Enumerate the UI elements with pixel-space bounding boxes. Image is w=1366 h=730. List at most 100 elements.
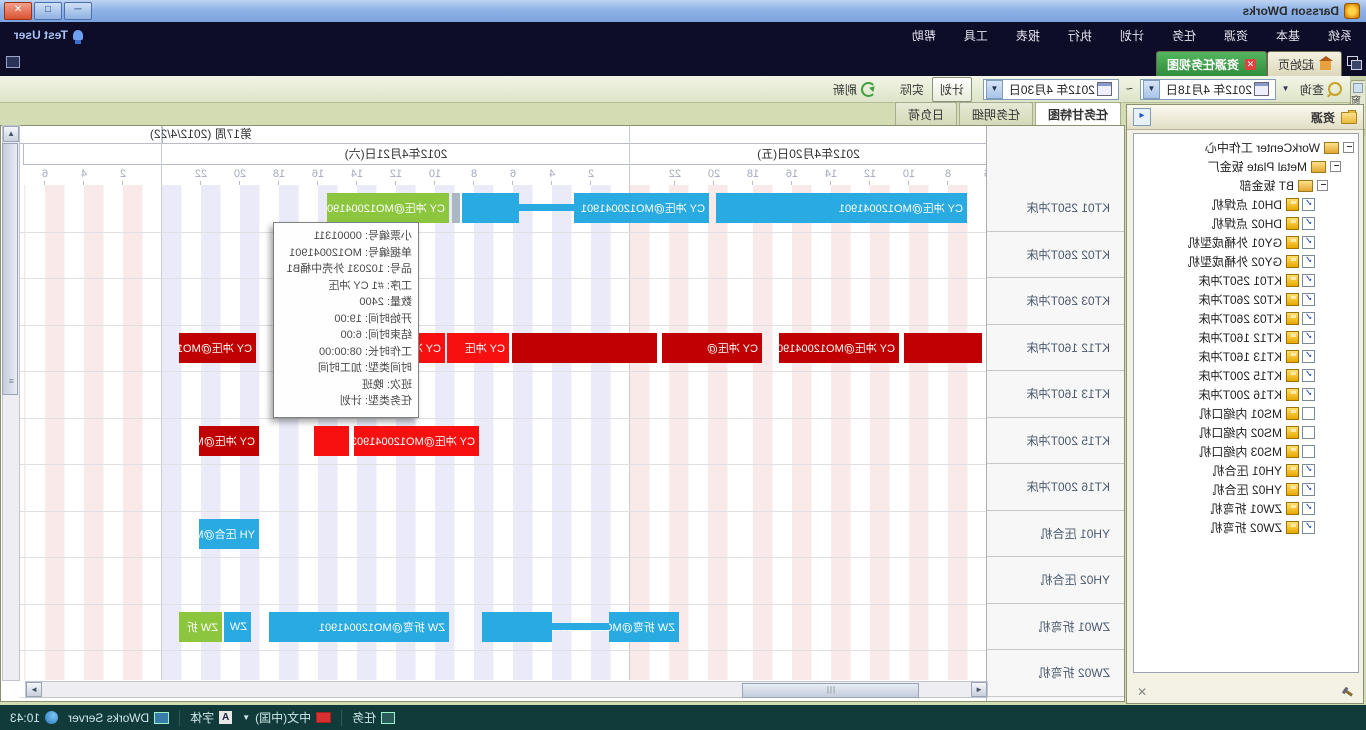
refresh-button[interactable]: 刷新 xyxy=(825,77,884,102)
tree-leaf[interactable]: MS01 内缩口机 xyxy=(1134,404,1358,423)
gantt-bar[interactable]: CY 冲压@MO120041903 xyxy=(354,426,479,456)
tab-start-page[interactable]: 起始页 xyxy=(1267,51,1342,76)
checkbox[interactable]: ✓ xyxy=(1302,236,1315,249)
tree-node[interactable]: Metal Plate 钣金厂 xyxy=(1134,157,1358,176)
maximize-button[interactable]: □ xyxy=(34,2,62,20)
tree-leaf[interactable]: ✓ZW02 折弯机 xyxy=(1134,518,1358,537)
gantt-bar[interactable] xyxy=(482,612,552,642)
vertical-scroll-thumb[interactable] xyxy=(2,143,18,395)
tree-expander-icon[interactable] xyxy=(1330,161,1341,172)
gantt-bar[interactable]: CY 冲压@ xyxy=(662,333,762,363)
close-button[interactable]: ✕ xyxy=(4,2,32,20)
gantt-bar-connector[interactable] xyxy=(552,623,609,630)
gantt-row-label[interactable]: KT02 260T冲床 xyxy=(987,232,1124,279)
date-from-field[interactable]: 2012年 4月18日 ▼ xyxy=(1140,79,1276,100)
gantt-row-label[interactable]: KT03 260T冲床 xyxy=(987,278,1124,325)
gantt-bar[interactable]: CY 冲压 xyxy=(447,333,509,363)
query-dropdown-button[interactable]: ▼ xyxy=(1279,80,1292,98)
tree-leaf[interactable]: ✓KT16 200T冲床 xyxy=(1134,385,1358,404)
menu-item-3[interactable]: 任务 xyxy=(1158,23,1210,48)
menu-item-5[interactable]: 执行 xyxy=(1054,23,1106,48)
tree-leaf[interactable]: ✓KT03 260T冲床 xyxy=(1134,309,1358,328)
checkbox[interactable]: ✓ xyxy=(1302,369,1315,382)
gantt-bar[interactable]: CY 冲压@MO120041904 xyxy=(779,333,899,363)
tree-node[interactable]: BT 钣金部 xyxy=(1134,176,1358,195)
checkbox[interactable]: ✓ xyxy=(1302,274,1315,287)
tab-resource-task-view[interactable]: ✕ 资源任务视图 xyxy=(1156,51,1267,76)
date-from-dropdown-icon[interactable]: ▼ xyxy=(1143,80,1160,99)
tree-node[interactable]: WorkCenter 工作中心 xyxy=(1134,138,1358,157)
tree-leaf[interactable]: ✓KT15 200T冲床 xyxy=(1134,366,1358,385)
horizontal-scroll-thumb[interactable]: ||| xyxy=(742,683,919,698)
gantt-bar[interactable]: CY 冲压@MO120041901 xyxy=(574,193,709,223)
scroll-up-icon[interactable]: ▲ xyxy=(3,126,19,142)
tree-leaf[interactable]: ✓DH01 点焊机 xyxy=(1134,195,1358,214)
menu-item-6[interactable]: 报表 xyxy=(1002,23,1054,48)
checkbox[interactable]: ✓ xyxy=(1302,312,1315,325)
gantt-bar[interactable]: YH 压合@MO1 xyxy=(199,519,259,549)
panel-collapse-button[interactable]: ◂ xyxy=(1133,108,1151,126)
query-button[interactable]: 查询 xyxy=(1292,77,1350,102)
gantt-bar[interactable] xyxy=(314,426,349,456)
gantt-bar[interactable]: ZW 折弯@MO120041901 xyxy=(269,612,449,642)
tree-leaf[interactable]: ✓GY01 外桶成型机 xyxy=(1134,233,1358,252)
tools-icon[interactable] xyxy=(1343,688,1353,696)
gantt-row-label[interactable]: KT12 160T冲床 xyxy=(987,325,1124,372)
menu-item-1[interactable]: 基本 xyxy=(1262,23,1314,48)
view-tab-1[interactable]: 任务明细 xyxy=(959,102,1033,125)
checkbox[interactable]: ✓ xyxy=(1302,255,1315,268)
gantt-bar[interactable] xyxy=(904,333,982,363)
tree-leaf[interactable]: ✓KT01 250T冲床 xyxy=(1134,271,1358,290)
tab-close-icon[interactable]: ✕ xyxy=(1245,59,1256,70)
gantt-bar[interactable]: CY 冲压@MO120041901 xyxy=(716,193,967,223)
horizontal-scrollbar[interactable]: ◄ ► ||| xyxy=(25,681,988,698)
menu-item-7[interactable]: 工具 xyxy=(950,23,1002,48)
checkbox[interactable]: ✓ xyxy=(1302,350,1315,363)
window-state-icon[interactable] xyxy=(6,56,20,68)
checkbox[interactable]: ✓ xyxy=(1302,483,1315,496)
taskbar-task-button[interactable]: 任务 xyxy=(352,709,395,726)
checkbox[interactable]: ✓ xyxy=(1302,217,1315,230)
checkbox[interactable] xyxy=(1302,407,1315,420)
tree-leaf[interactable]: ✓DH02 点焊机 xyxy=(1134,214,1358,233)
gantt-bar[interactable]: CY 冲压@MO1 xyxy=(199,426,259,456)
gantt-row-label[interactable]: ZW02 折弯机 xyxy=(987,650,1124,697)
plan-button[interactable]: 计划 xyxy=(932,77,972,102)
gantt-bar[interactable]: ZW 折 xyxy=(179,612,222,642)
tree-leaf[interactable]: ✓YH02 压合机 xyxy=(1134,480,1358,499)
tree-leaf[interactable]: ✓KT13 160T冲床 xyxy=(1134,347,1358,366)
tree-leaf[interactable]: ✓KT12 160T冲床 xyxy=(1134,328,1358,347)
checkbox[interactable] xyxy=(1302,426,1315,439)
gantt-row-label[interactable]: KT01 250T冲床 xyxy=(987,185,1124,232)
tree-leaf[interactable]: ✓YH01 压合机 xyxy=(1134,461,1358,480)
checkbox[interactable]: ✓ xyxy=(1302,464,1315,477)
view-tab-2[interactable]: 日负荷 xyxy=(895,102,957,125)
menu-item-2[interactable]: 资源 xyxy=(1210,23,1262,48)
vertical-scrollbar[interactable]: ▲ xyxy=(2,125,20,681)
checkbox[interactable]: ✓ xyxy=(1302,198,1315,211)
gantt-bar-connector[interactable] xyxy=(519,204,574,211)
actual-button[interactable]: 实际 xyxy=(892,77,932,102)
scroll-left-icon[interactable]: ◄ xyxy=(971,682,987,697)
gantt-row-label[interactable]: YH01 压合机 xyxy=(987,511,1124,558)
tree-leaf[interactable]: MS02 内缩口机 xyxy=(1134,423,1358,442)
gantt-row-label[interactable]: YH02 压合机 xyxy=(987,557,1124,604)
panel-close-icon[interactable]: ✕ xyxy=(1137,685,1147,699)
gantt-bar[interactable] xyxy=(462,193,519,223)
tree-leaf[interactable]: ✓GY02 外桶成型机 xyxy=(1134,252,1358,271)
checkbox[interactable]: ✓ xyxy=(1302,521,1315,534)
gantt-bar[interactable]: ZW 折弯@MO120041901 xyxy=(609,612,679,642)
checkbox[interactable]: ✓ xyxy=(1302,331,1315,344)
tree-leaf[interactable]: ✓KT02 260T冲床 xyxy=(1134,290,1358,309)
checkbox[interactable]: ✓ xyxy=(1302,502,1315,515)
date-to-field[interactable]: 2012年 4月30日 ▼ xyxy=(983,79,1119,100)
tree-leaf[interactable]: ✓ZW01 折弯机 xyxy=(1134,499,1358,518)
gantt-bar[interactable]: CY 冲压@MO120041902 xyxy=(327,193,449,223)
menu-item-8[interactable]: 帮助 xyxy=(898,23,950,48)
tree-expander-icon[interactable] xyxy=(1317,180,1328,191)
tree-leaf[interactable]: MS03 内缩口机 xyxy=(1134,442,1358,461)
checkbox[interactable] xyxy=(1302,445,1315,458)
gantt-bar[interactable] xyxy=(452,193,460,223)
checkbox[interactable]: ✓ xyxy=(1302,388,1315,401)
font-indicator[interactable]: A 字体 xyxy=(190,709,232,726)
